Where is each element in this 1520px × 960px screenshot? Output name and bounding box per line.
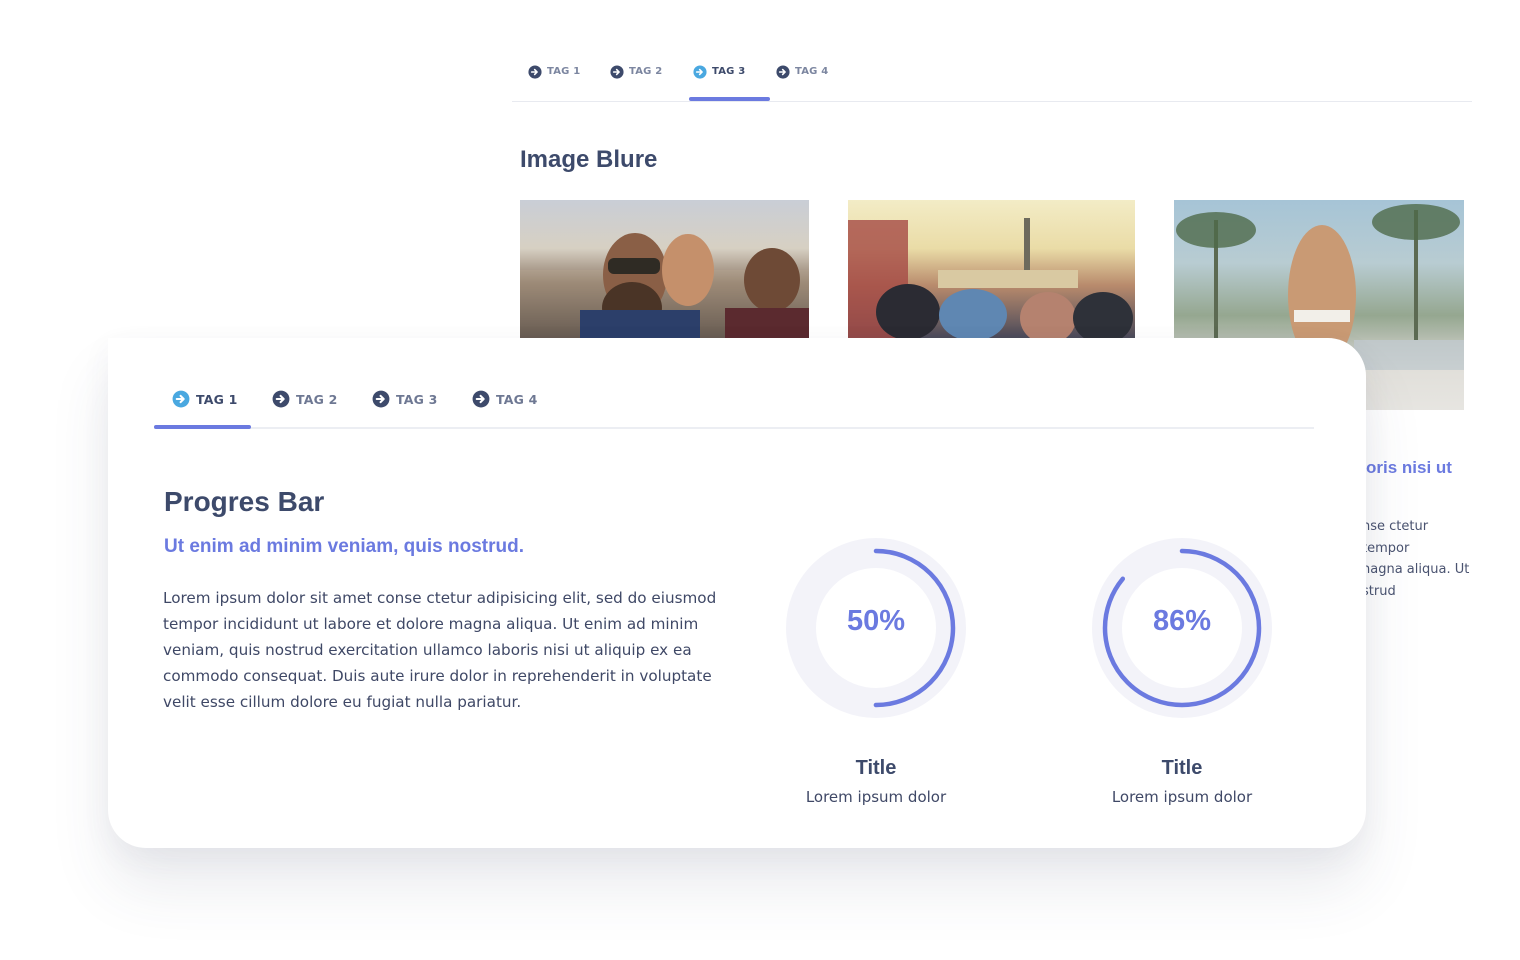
section-subtitle: Ut enim ad minim veniam, quis nostrud. <box>164 536 524 557</box>
progress-bar-panel: TAG 1 TAG 2 TAG 3 TAG 4 Progres Bar Ut e… <box>108 338 1366 848</box>
back-tab-label: TAG 1 <box>547 66 581 77</box>
arrow-circle-right-icon <box>372 390 390 408</box>
arrow-circle-right-icon <box>776 65 790 79</box>
back-tab-label: TAG 4 <box>795 66 829 77</box>
back-body-line: strud <box>1362 583 1396 599</box>
arrow-circle-right-icon <box>272 390 290 408</box>
photo-city-waterfront[interactable] <box>848 200 1135 338</box>
back-tab-label: TAG 3 <box>712 66 746 77</box>
front-tab-2[interactable]: TAG 2 <box>272 389 338 409</box>
progress-title-1: Title <box>855 757 897 779</box>
front-tab-1[interactable]: TAG 1 <box>172 389 238 409</box>
front-tab-label: TAG 2 <box>296 391 338 407</box>
front-tab-bar: TAG 1 TAG 2 TAG 3 TAG 4 <box>154 338 1314 429</box>
front-tab-label: TAG 4 <box>496 391 538 407</box>
section-paragraph: Lorem ipsum dolor sit amet conse ctetur … <box>163 589 717 711</box>
progress-gauge-1: 50% Title Lorem ipsum dolor <box>781 533 971 806</box>
front-active-tab-indicator <box>154 425 251 429</box>
arrow-circle-right-icon <box>528 65 542 79</box>
arrow-circle-right-icon <box>693 65 707 79</box>
back-body-line: tempor <box>1362 540 1410 556</box>
back-tab-1[interactable]: TAG 1 <box>528 65 581 102</box>
arrow-circle-right-icon <box>610 65 624 79</box>
back-tab-label: TAG 2 <box>629 66 663 77</box>
front-tab-4[interactable]: TAG 4 <box>472 389 538 409</box>
arrow-circle-right-icon <box>172 390 190 408</box>
front-tab-label: TAG 3 <box>396 391 438 407</box>
back-tab-2[interactable]: TAG 2 <box>610 65 663 102</box>
back-active-tab-indicator <box>689 97 770 101</box>
back-tab-bar: TAG 1 TAG 2 TAG 3 TAG 4 <box>512 40 1472 102</box>
progress-caption-1: Lorem ipsum dolor <box>805 788 947 806</box>
progress-value-1: 50% <box>846 605 906 637</box>
back-tab-4[interactable]: TAG 4 <box>776 65 829 102</box>
back-body-partial: nse ctetur tempor nagna aliqua. Ut strud <box>1362 516 1472 602</box>
back-body-line: nagna aliqua. Ut <box>1362 562 1470 577</box>
section-title: Progres Bar <box>164 486 325 517</box>
progress-value-2: 86% <box>1152 605 1212 637</box>
front-tab-label: TAG 1 <box>196 391 238 407</box>
back-body-line: nse ctetur <box>1362 519 1429 534</box>
image-blur-heading: Image Blure <box>520 146 658 173</box>
progress-title-2: Title <box>1161 757 1203 779</box>
arrow-circle-right-icon <box>472 390 490 408</box>
progress-gauge-2: 86% Title Lorem ipsum dolor <box>1087 533 1277 806</box>
front-tab-3[interactable]: TAG 3 <box>372 389 438 409</box>
back-subtitle-partial: oris nisi ut <box>1366 458 1452 477</box>
progress-caption-2: Lorem ipsum dolor <box>1111 788 1253 806</box>
photo-friends-rooftop[interactable] <box>520 200 809 338</box>
